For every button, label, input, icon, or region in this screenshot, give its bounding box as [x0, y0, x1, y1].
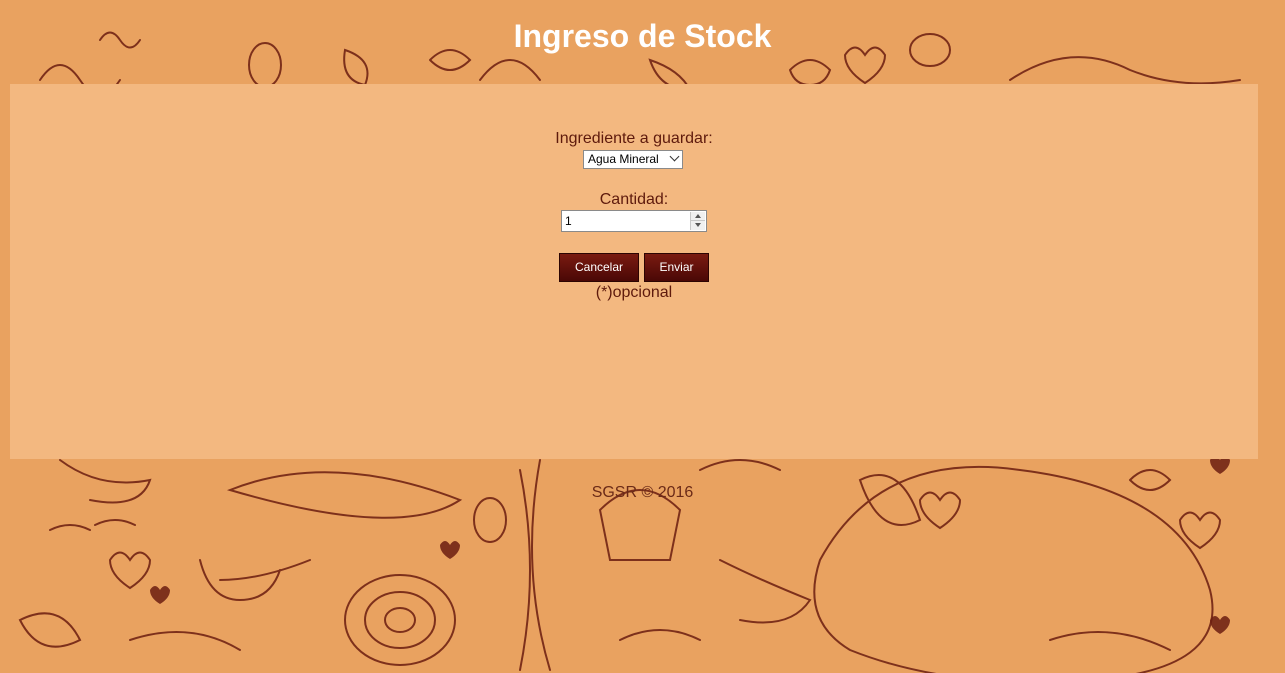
ingredient-label: Ingrediente a guardar: — [555, 130, 713, 147]
send-button[interactable]: Enviar — [644, 253, 709, 282]
optional-note: (*)opcional — [595, 284, 673, 301]
quantity-label: Cantidad: — [599, 191, 669, 208]
form-panel: Ingrediente a guardar: Agua Mineral Cant… — [10, 84, 1258, 459]
ingredient-select[interactable]: Agua Mineral — [583, 150, 683, 169]
cancel-button[interactable]: Cancelar — [559, 253, 639, 282]
quantity-stepper[interactable] — [690, 212, 705, 230]
chevron-down-icon — [669, 151, 680, 162]
caret-down-icon[interactable] — [691, 221, 705, 230]
ingredient-select-value: Agua Mineral — [588, 152, 659, 166]
footer-copyright: SGSR © 2016 — [591, 484, 694, 501]
quantity-input[interactable]: 1 — [561, 210, 707, 232]
page-title: Ingreso de Stock — [513, 18, 772, 54]
quantity-value: 1 — [565, 214, 572, 228]
caret-up-icon[interactable] — [691, 212, 705, 221]
